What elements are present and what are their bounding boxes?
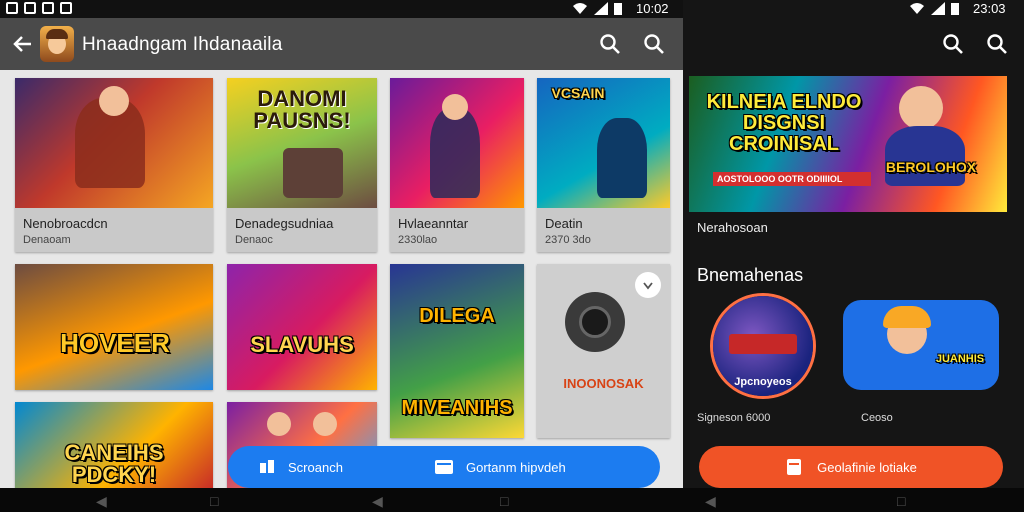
- notification-icon: [60, 2, 72, 14]
- item-label: Ceoso: [861, 412, 893, 424]
- game-card[interactable]: DILEGA MIVEANIHS: [390, 264, 524, 438]
- card-icon: [435, 460, 453, 474]
- banner-text: KILNEIA ELNDO DISGNSI CROINISAL: [706, 91, 862, 155]
- game-thumbnail: [390, 78, 524, 208]
- featured-banner[interactable]: KILNEIA ELNDO DISGNSI CROINISAL AOSTOLOO…: [689, 76, 1007, 212]
- wifi-icon: [910, 3, 924, 14]
- banner-caption: Nerahosoan: [697, 220, 768, 235]
- system-nav-bar: ◀ □ ◀ □: [0, 488, 683, 512]
- game-thumbnail: DANOMI PAUSNS!: [227, 78, 377, 208]
- fab-left-label: Scroanch: [288, 459, 343, 475]
- wifi-icon: [573, 3, 587, 14]
- back-button[interactable]: [8, 30, 36, 58]
- status-bar: 10:02: [0, 0, 683, 18]
- game-thumbnail: SLAVUHS: [227, 264, 377, 390]
- page-title: Hnaadngam Ihdanaaila: [82, 34, 283, 55]
- notification-icon: [6, 2, 18, 14]
- section-title: Bnemahenas: [697, 265, 804, 285]
- item-label: Signeson 6000: [697, 412, 771, 424]
- search-button[interactable]: [640, 30, 668, 58]
- game-card[interactable]: INOONOSAK: [537, 264, 670, 438]
- game-card[interactable]: VCSAIN Deatin 2370 3do: [537, 78, 670, 252]
- card-subtitle: Denaoam: [23, 234, 71, 246]
- game-art-text: INOONOSAK: [563, 376, 644, 391]
- game-card[interactable]: HOVEER: [15, 264, 213, 390]
- fab-right-label: Gortanm hipvdeh: [466, 459, 566, 475]
- card-title: Denadegsudniaa: [235, 216, 334, 231]
- nav-recents-icon[interactable]: □: [500, 493, 508, 509]
- nav-home-icon[interactable]: □: [210, 493, 218, 509]
- notification-icon: [42, 2, 54, 14]
- scroanch-button[interactable]: Scroanch: [228, 446, 428, 488]
- banner-subtext: AOSTOLOOO OOTR ODIIIIOL: [713, 172, 871, 186]
- card-subtitle: Denaoc: [235, 234, 273, 246]
- app-avatar: [40, 26, 74, 62]
- game-thumbnail: [15, 78, 213, 208]
- gortanm-button[interactable]: Gortanm hipvdeh: [428, 446, 660, 488]
- search-icon: [600, 34, 620, 54]
- primary-action-button[interactable]: Geolafinie lotiake: [699, 446, 1003, 488]
- game-art-text: VCSAIN: [551, 85, 605, 101]
- game-thumbnail: DILEGA MIVEANIHS: [390, 264, 524, 438]
- signal-icon: [931, 2, 945, 15]
- card-subtitle: 2370 3do: [545, 234, 591, 246]
- battery-icon: [951, 3, 959, 15]
- signal-icon: [594, 2, 608, 15]
- game-art-text: DANOMI PAUSNS!: [253, 86, 351, 133]
- game-item-1[interactable]: Jpcnoyeos: [713, 296, 813, 396]
- battery-icon: [614, 3, 622, 15]
- card-title: Hvlaeanntar: [398, 216, 469, 231]
- game-card[interactable]: CANEIHS PDCKY!: [15, 402, 213, 492]
- nav-back-icon[interactable]: ◀: [705, 493, 716, 510]
- arrow-back-icon: [13, 36, 31, 52]
- status-time: 10:02: [636, 1, 669, 16]
- left-panel: 10:02 Hnaadngam Ihdanaaila Nenobroacdcn …: [0, 0, 683, 512]
- item-badge: Jpcnoyeos: [734, 376, 792, 388]
- search-icon: [644, 34, 664, 54]
- game-art-text: HOVEER: [60, 328, 170, 358]
- status-bar: 23:03: [683, 0, 1024, 18]
- nav-home-icon[interactable]: □: [897, 493, 905, 509]
- more-button[interactable]: [635, 272, 661, 298]
- search-icon: [943, 34, 963, 54]
- puzzle-icon: [260, 460, 274, 473]
- banner-tag: BEROLOHOX: [885, 159, 977, 175]
- right-panel: 23:03 KILNEIA ELNDO DISGNSI CROINISAL AO…: [683, 0, 1024, 512]
- game-card[interactable]: Hvlaeanntar 2330lao: [390, 78, 524, 252]
- status-time: 23:03: [973, 1, 1006, 16]
- primary-action-label: Geolafinie lotiake: [817, 459, 917, 475]
- game-art-text: CANEIHS PDCKY!: [64, 440, 164, 487]
- game-thumbnail: VCSAIN: [537, 78, 670, 208]
- card-title: Deatin: [545, 216, 583, 231]
- game-card[interactable]: Nenobroacdcn Denaoam: [15, 78, 213, 252]
- bottom-action-bar: Scroanch Gortanm hipvdeh: [228, 446, 660, 488]
- search-icon: [987, 34, 1007, 54]
- card-icon: [787, 459, 802, 475]
- notification-icon: [24, 2, 36, 14]
- card-subtitle: 2330lao: [398, 234, 438, 246]
- nav-back-icon[interactable]: ◀: [372, 493, 383, 510]
- game-card[interactable]: SLAVUHS: [227, 264, 377, 390]
- game-thumbnail: HOVEER: [15, 264, 213, 390]
- search-button[interactable]: [596, 30, 624, 58]
- card-title: Nenobroacdcn: [23, 216, 108, 231]
- system-nav-bar: ◀ □: [683, 488, 1024, 512]
- nav-back-icon[interactable]: ◀: [96, 493, 107, 510]
- item-badge: JUANHIS: [935, 353, 985, 365]
- search-button[interactable]: [939, 30, 967, 58]
- game-thumbnail: CANEIHS PDCKY!: [15, 402, 213, 492]
- game-card[interactable]: DANOMI PAUSNS! Denadegsudniaa Denaoc: [227, 78, 377, 252]
- app-bar: Hnaadngam Ihdanaaila: [0, 18, 683, 70]
- game-art-text: SLAVUHS: [250, 332, 354, 357]
- search-button[interactable]: [983, 30, 1011, 58]
- chevron-down-icon: [643, 282, 653, 290]
- game-art-text: DILEGA MIVEANIHS: [401, 305, 513, 419]
- game-item-2[interactable]: JUANHIS: [843, 300, 999, 390]
